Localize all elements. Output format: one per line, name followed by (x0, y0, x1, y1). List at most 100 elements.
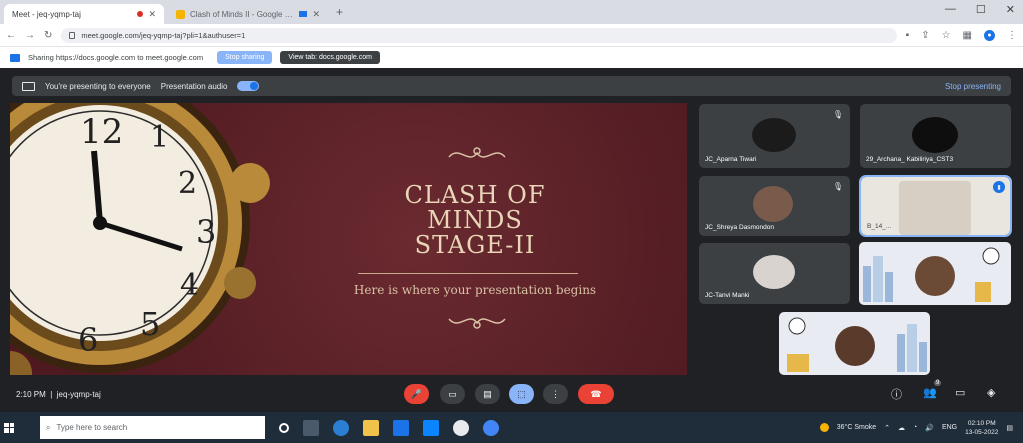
tab-slides[interactable]: Clash of Minds II - Google Slides ✕ (168, 4, 328, 24)
file-explorer-icon[interactable] (363, 419, 379, 436)
url-field[interactable]: meet.google.com/jeq-yqmp-taj?pli=1&authu… (61, 27, 897, 43)
people-icon[interactable]: 👥 (923, 386, 937, 399)
presentation-audio-label: Presentation audio (160, 81, 228, 91)
network-icon[interactable]: ◔ (913, 424, 917, 431)
edge-icon[interactable] (333, 419, 349, 436)
mail-icon[interactable] (393, 419, 409, 436)
profile-avatar[interactable]: ● (984, 29, 995, 41)
slide-subtitle: Here is where your presentation begins (353, 283, 597, 297)
present-now-button[interactable]: ⬚ (509, 384, 534, 404)
view-tab-button[interactable]: View tab: docs.google.com (280, 51, 380, 64)
mic-toggle-button[interactable]: 🎤 (404, 384, 429, 404)
sharing-infobar: Sharing https://docs.google.com to meet.… (0, 46, 1023, 68)
chat-icon[interactable]: ▭ (955, 386, 965, 399)
windows-taskbar: ⌕ Type here to search 36°C Smoke ⌃ ☁ ◔ 🔊… (0, 412, 1023, 443)
meet-call-area: You're presenting to everyone Presentati… (0, 68, 1023, 412)
avatar (912, 117, 958, 153)
close-tab-icon[interactable]: ✕ (148, 9, 156, 20)
chrome-icon[interactable] (453, 419, 469, 436)
browser-tab-strip: Meet - jeq-yqmp-taj ✕ Clash of Minds II … (0, 0, 1023, 412)
clock-numeral: 6 (78, 321, 98, 359)
toolbar-icons: ▪ ⇪ ☆ ▦ ● ⋮ (906, 29, 1017, 41)
slide-divider (358, 273, 578, 274)
reload-icon[interactable]: ↻ (44, 30, 52, 41)
system-tray: 36°C Smoke ⌃ ☁ ◔ 🔊 ENG 02:10 PM 13-05-20… (819, 419, 1023, 437)
participant-tile[interactable] (859, 242, 1011, 305)
window-controls: — ☐ ✕ (945, 3, 1015, 16)
stop-presenting-button[interactable]: Stop presenting (945, 82, 1001, 91)
screen-share-icon (10, 53, 20, 62)
lock-icon (69, 31, 76, 39)
forward-icon[interactable]: → (25, 30, 35, 41)
more-vert-icon: ⋮ (551, 388, 560, 399)
menu-icon[interactable]: ⋮ (1007, 30, 1017, 41)
mic-off-icon: 🎤 (410, 388, 423, 399)
participant-name: JC_Aparna Tiwari (705, 156, 757, 163)
participant-tile-speaking[interactable]: ▮ B_14_... (859, 175, 1012, 237)
taskbar-search-box[interactable]: ⌕ Type here to search (40, 416, 265, 439)
participant-tile[interactable] (779, 312, 930, 375)
participant-tile[interactable]: JC-Tanvi Manki (699, 243, 850, 304)
sharing-indicator-icon (299, 11, 308, 17)
info-icon[interactable]: ⓘ (891, 386, 902, 402)
search-placeholder: Type here to search (56, 423, 128, 432)
screen: Meet - jeq-yqmp-taj ✕ Clash of Minds II … (0, 0, 1023, 443)
camera-icon: ▭ (448, 388, 457, 399)
taskbar-clock[interactable]: 02:10 PM 13-05-2022 (965, 419, 998, 437)
activities-icon[interactable]: ◈ (987, 386, 995, 399)
sharing-text: Sharing https://docs.google.com to meet.… (28, 53, 204, 62)
onedrive-icon[interactable]: ☁ (898, 424, 905, 432)
participant-count-badge: 9 (934, 380, 942, 386)
more-options-button[interactable]: ⋮ (543, 384, 568, 404)
participant-tile[interactable]: 🎙 JC_Shreya Dasmondon (699, 176, 850, 236)
participant-name: JC-Tanvi Manki (705, 292, 750, 299)
leave-call-button[interactable]: ☎ (578, 384, 614, 404)
back-icon[interactable]: ← (6, 30, 16, 41)
address-bar: ← → ↻ meet.google.com/jeq-yqmp-taj?pli=1… (0, 24, 1023, 46)
participant-name: 29_Archana_ Kabiliriya_CST3 (866, 156, 954, 163)
meeting-code: jeq-yqmp-taj (56, 390, 101, 399)
start-button[interactable] (0, 412, 18, 443)
participant-name: JC_Shreya Dasmondon (705, 224, 775, 231)
participant-tile[interactable]: 29_Archana_ Kabiliriya_CST3 (860, 104, 1011, 168)
volume-icon[interactable]: 🔊 (925, 424, 934, 432)
present-screen-icon (22, 81, 35, 91)
clock-numeral: 3 (196, 213, 216, 251)
weather-icon (819, 423, 829, 432)
close-tab-icon[interactable]: ✕ (312, 9, 320, 20)
ornament-icon (448, 147, 506, 158)
store-icon[interactable] (423, 419, 439, 436)
current-time: 2:10 PM (16, 390, 46, 399)
slides-icon (176, 9, 185, 19)
minimize-button[interactable]: — (945, 3, 956, 16)
share-icon[interactable]: ⇪ (921, 30, 929, 41)
new-tab-button[interactable]: + (336, 5, 343, 19)
meeting-time-and-code: 2:10 PM | jeq-yqmp-taj (16, 390, 101, 399)
language-indicator[interactable]: ENG (942, 424, 957, 431)
close-window-button[interactable]: ✕ (1006, 3, 1015, 16)
tab-meet[interactable]: Meet - jeq-yqmp-taj ✕ (0, 4, 1023, 412)
camera-icon[interactable]: ▪ (906, 30, 910, 41)
chrome-profile-icon[interactable] (483, 419, 499, 436)
camera-toggle-button[interactable]: ▭ (440, 384, 465, 404)
cortana-icon[interactable] (279, 422, 289, 433)
virtual-background-graphic (863, 247, 1000, 302)
star-icon[interactable]: ☆ (942, 30, 951, 41)
extensions-icon[interactable]: ▦ (963, 30, 972, 41)
presentation-audio-toggle[interactable] (237, 81, 260, 91)
slide-title-line: MINDS (427, 206, 523, 234)
chevron-up-icon[interactable]: ⌃ (884, 424, 890, 432)
task-view-icon[interactable] (303, 419, 319, 436)
captions-icon: ▤ (483, 388, 492, 399)
stop-sharing-button[interactable]: Stop sharing (217, 51, 273, 64)
notifications-icon[interactable]: ▤ (1006, 424, 1013, 432)
avatar (753, 255, 795, 289)
antique-clock-image: 12 1 2 3 4 5 6 (10, 103, 270, 375)
clock-numeral: 1 (150, 120, 169, 155)
maximize-button[interactable]: ☐ (976, 3, 986, 16)
weather-text[interactable]: 36°C Smoke (837, 424, 876, 431)
captions-button[interactable]: ▤ (475, 384, 500, 404)
presenting-text: You're presenting to everyone (45, 81, 151, 91)
participant-tile[interactable]: 🎙 JC_Aparna Tiwari (699, 104, 850, 168)
mic-muted-icon: 🎙 (832, 182, 843, 191)
